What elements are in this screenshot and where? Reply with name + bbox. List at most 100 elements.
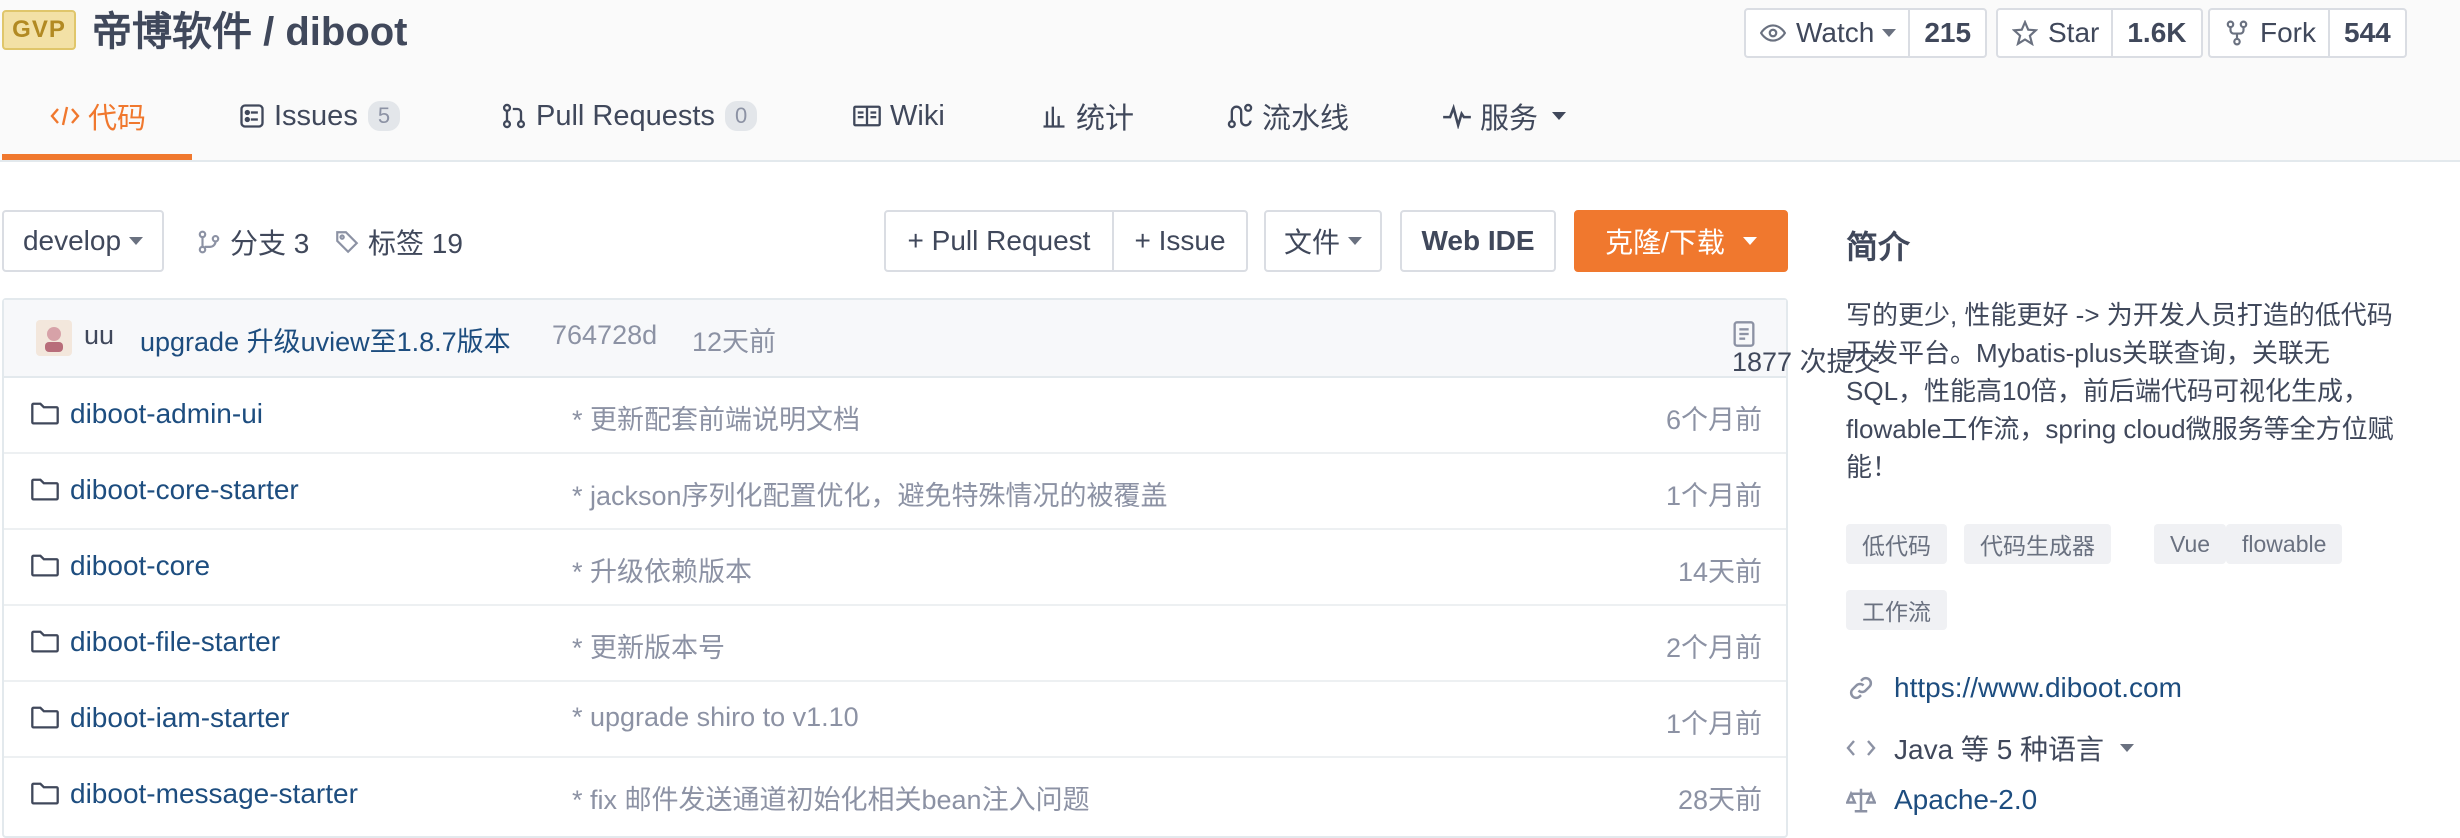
repo-title[interactable]: 帝博软件 / diboot [92,6,408,58]
file-name[interactable]: diboot-admin-ui [70,398,263,430]
code-icon [1846,740,1876,756]
file-commit-time: 14天前 [1677,557,1762,587]
file-name[interactable]: diboot-core [70,550,210,582]
files-dropdown[interactable]: 文件 [1264,210,1382,272]
tab-label: Pull Requests [536,99,715,132]
fork-count[interactable]: 544 [2330,10,2405,56]
watch-button[interactable]: Watch [1746,10,1911,56]
commit-message[interactable]: upgrade 升级uview至1.8.7版本 [140,320,511,359]
tab-wiki[interactable]: Wiki [852,94,945,138]
pull-requests-count-badge: 0 [724,101,758,131]
chevron-down-icon [129,237,144,245]
file-commit-message[interactable]: * 更新版本号 [572,626,725,665]
website-link[interactable]: https://www.diboot.com [1846,672,2182,704]
active-tab-indicator [2,154,192,160]
branch-select[interactable]: develop [2,210,164,272]
fork-button-group[interactable]: Fork 544 [2208,8,2407,58]
branch-icon [198,230,220,254]
tab-label: 服务 [1480,103,1539,135]
eye-icon [1760,24,1786,42]
file-name[interactable]: diboot-file-starter [70,626,280,658]
file-commit-time: 1个月前 [1665,709,1762,739]
folder-icon [31,478,59,501]
commit-hash[interactable]: 764728d [552,320,657,351]
file-row[interactable]: diboot-core-starter * jackson序列化配置优化，避免特… [4,454,1786,530]
file-table: uu upgrade 升级uview至1.8.7版本 764728d 12天前 … [2,298,1881,838]
tab-label: 统计 [1076,103,1135,135]
web-ide-button[interactable]: Web IDE [1400,210,1556,272]
chevron-down-icon [1348,237,1362,245]
tag-icon [336,231,359,254]
fork-button[interactable]: Fork [2210,10,2330,56]
languages-dropdown[interactable]: Java 等 5 种语言 [1846,728,2135,768]
issues-icon [240,104,264,128]
chevron-down-icon [1882,29,1897,37]
file-commit-time: 6个月前 [1665,405,1762,435]
file-commit-time: 1个月前 [1665,481,1762,511]
file-row[interactable]: diboot-core * 升级依赖版本 14天前 [4,530,1786,606]
tab-label: Wiki [890,99,945,132]
file-commit-message[interactable]: * 升级依赖版本 [572,550,752,589]
tab-services[interactable]: 服务 [1442,94,1567,138]
star-icon [2012,20,2038,46]
branches-link[interactable]: 分支 3 [196,222,309,262]
file-row[interactable]: diboot-file-starter * 更新版本号 2个月前 [4,606,1786,682]
latest-commit-bar: uu upgrade 升级uview至1.8.7版本 764728d 12天前 … [4,300,1881,378]
file-commit-time: 28天前 [1677,785,1762,815]
clone-download-button[interactable]: 克隆/下载 [1574,210,1788,272]
file-name[interactable]: diboot-iam-starter [70,702,289,734]
tab-label: 流水线 [1262,103,1350,135]
file-commit-message[interactable]: * upgrade shiro to v1.10 [572,702,859,733]
folder-icon [31,706,59,729]
chevron-down-icon [2120,744,2135,752]
gvp-badge[interactable]: GVP [2,10,76,50]
watch-label: Watch [1796,17,1875,48]
star-count[interactable]: 1.6K [2113,10,2200,56]
pull-request-icon [502,103,526,129]
new-issue-button[interactable]: + Issue [1112,210,1248,272]
commit-time: 12天前 [692,327,777,357]
topic-tag[interactable]: 低代码 [1846,524,1947,564]
new-pull-request-button[interactable]: + Pull Request [884,210,1114,272]
watch-count[interactable]: 215 [1910,10,1985,56]
file-name[interactable]: diboot-message-starter [70,778,358,810]
topic-tag[interactable]: 工作流 [1846,590,1947,630]
topic-tag[interactable]: 代码生成器 [1964,524,2111,564]
commit-author[interactable]: uu [84,320,114,351]
file-commit-message[interactable]: * fix 邮件发送通道初始化相关bean注入问题 [572,778,1090,817]
license-name: Apache-2.0 [1894,784,2038,815]
pipeline-icon [1227,103,1253,129]
file-commit-message[interactable]: * jackson序列化配置优化，避免特殊情况的被覆盖 [572,474,1168,513]
tags-link[interactable]: 标签 19 [334,222,463,262]
file-name[interactable]: diboot-core-starter [70,474,299,506]
folder-icon [31,630,59,653]
tab-pull-requests[interactable]: Pull Requests 0 [500,94,758,138]
clone-label: 克隆/下载 [1605,227,1725,258]
star-button-group[interactable]: Star 1.6K [1996,8,2203,58]
topic-tag[interactable]: flowable [2226,524,2343,564]
tab-pipeline[interactable]: 流水线 [1226,94,1349,138]
star-button[interactable]: Star [1998,10,2114,56]
fork-icon [2226,20,2248,46]
chevron-down-icon [1742,237,1757,245]
folder-icon [31,402,59,425]
file-commit-time: 2个月前 [1665,633,1762,663]
link-icon [1849,676,1873,700]
tab-label: 代码 [88,103,147,135]
pulse-icon [1443,103,1471,129]
file-row[interactable]: diboot-message-starter * fix 邮件发送通道初始化相关… [4,758,1786,834]
commit-count-link[interactable]: 1877 次提交 [1732,320,1881,377]
tags-count: 标签 19 [368,228,463,259]
avatar[interactable] [36,320,72,356]
file-row[interactable]: diboot-admin-ui * 更新配套前端说明文档 6个月前 [4,378,1786,454]
book-icon [853,105,881,127]
file-row[interactable]: diboot-iam-starter * upgrade shiro to v1… [4,682,1786,758]
license-link[interactable]: Apache-2.0 [1846,784,2037,816]
chevron-down-icon [1552,112,1567,120]
tab-statistics[interactable]: 统计 [1040,94,1134,138]
tab-issues[interactable]: Issues 5 [238,94,401,138]
watch-button-group[interactable]: Watch 215 [1744,8,1988,58]
file-commit-message[interactable]: * 更新配套前端说明文档 [572,398,860,437]
tab-code[interactable]: 代码 [50,94,146,138]
topic-tag[interactable]: Vue [2154,524,2227,564]
